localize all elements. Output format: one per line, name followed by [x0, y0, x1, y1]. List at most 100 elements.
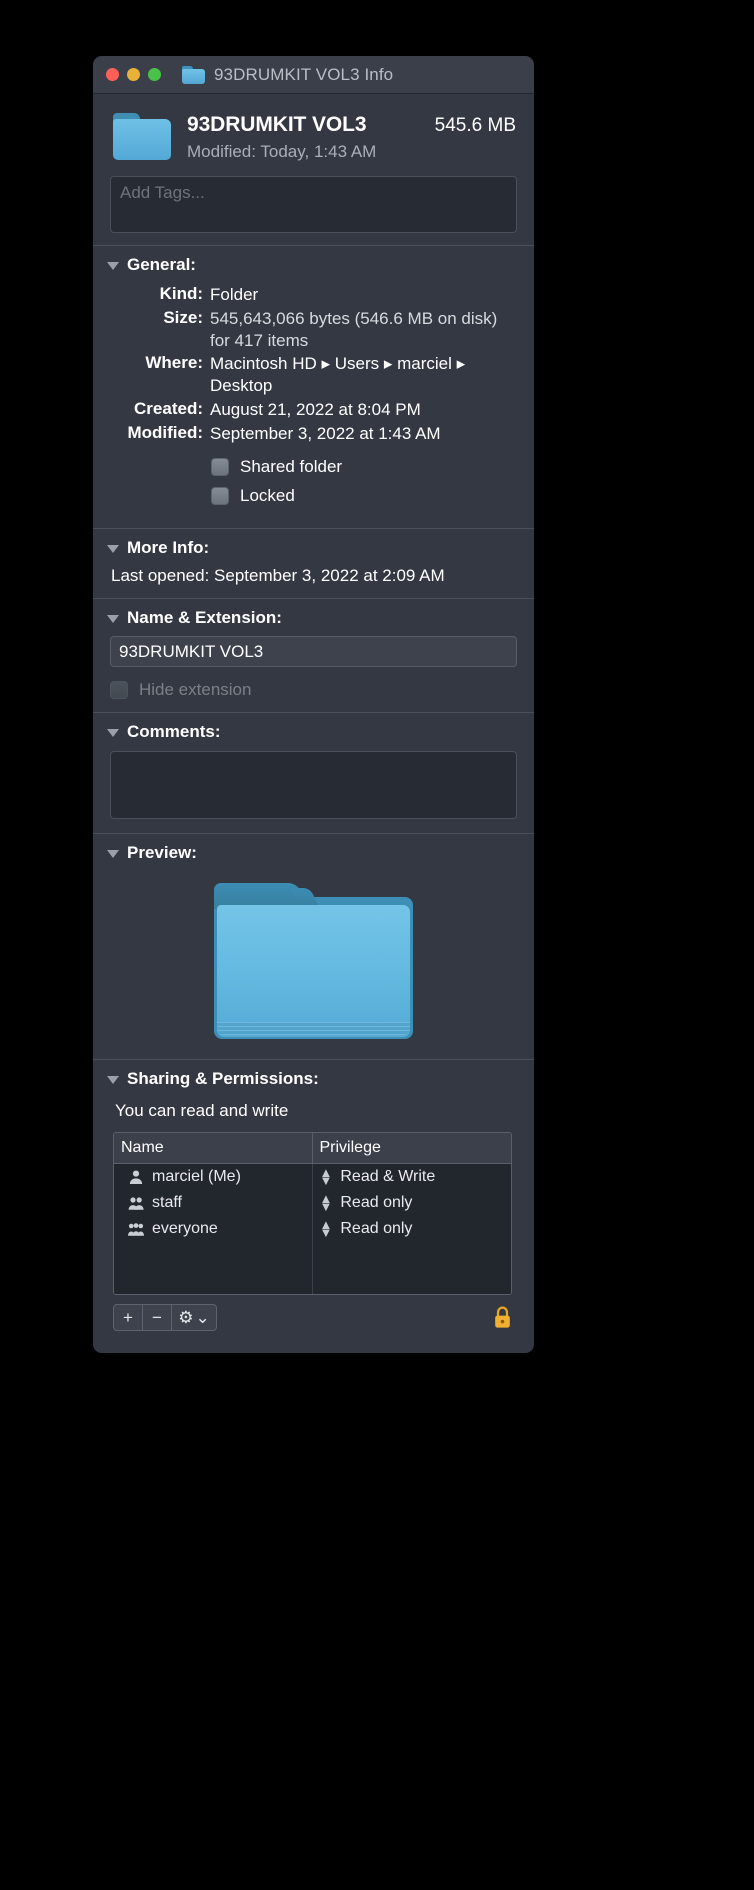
locked-row[interactable]: Locked [211, 486, 534, 506]
last-opened-row: Last opened: September 3, 2022 at 2:09 A… [93, 566, 534, 586]
item-size: 545.6 MB [434, 115, 516, 136]
general-checkboxes: Shared folder Locked [93, 445, 534, 520]
table-row[interactable]: staff ▲ ▼ Read only [114, 1190, 512, 1217]
kind-value: Folder [210, 285, 259, 304]
two-users-icon [128, 1197, 144, 1211]
permission-name-cell[interactable]: staff [114, 1190, 313, 1217]
table-row[interactable]: marciel (Me) ▲ ▼ Read & Write [114, 1164, 512, 1191]
last-opened-value: September 3, 2022 at 2:09 AM [214, 566, 445, 586]
table-row-empty [114, 1242, 512, 1269]
empty-cell [114, 1268, 313, 1295]
modified-label: Modified: [127, 422, 203, 442]
more-info-section: More Info: Last opened: September 3, 202… [93, 529, 534, 599]
where-value: Macintosh HD ▸ Users ▸ marciel ▸ Desktop [210, 354, 466, 395]
permissions-table-header: Name Privilege [114, 1133, 512, 1165]
folder-icon [182, 65, 205, 84]
minimize-button[interactable] [127, 68, 140, 81]
action-gear-button[interactable]: ⚙ ⌄ [172, 1305, 216, 1330]
disclosure-triangle-icon[interactable] [107, 614, 119, 623]
disclosure-triangle-icon[interactable] [107, 261, 119, 270]
permission-summary: You can read and write [115, 1101, 289, 1121]
comments-section-header[interactable]: Comments: [93, 713, 534, 748]
shared-folder-label: Shared folder [240, 457, 343, 477]
sharing-section-title: Sharing & Permissions: [127, 1069, 319, 1089]
lock-icon[interactable] [493, 1306, 512, 1329]
permission-privilege-cell[interactable]: ▲ ▼ Read only [313, 1216, 512, 1242]
hide-extension-checkbox[interactable] [110, 681, 128, 700]
created-label: Created: [134, 398, 203, 418]
comments-section-title: Comments: [127, 722, 221, 742]
window-titlebar[interactable]: 93DRUMKIT VOL3 Info [93, 56, 534, 94]
preview-section-title: Preview: [127, 843, 197, 863]
general-section-header[interactable]: General: [93, 246, 534, 281]
permission-name-cell[interactable]: marciel (Me) [114, 1164, 313, 1191]
shared-folder-checkbox[interactable] [211, 458, 229, 477]
add-tags-input[interactable]: Add Tags... [110, 176, 517, 233]
empty-cell [313, 1242, 512, 1268]
column-header-name[interactable]: Name [114, 1133, 313, 1164]
modified-value: September 3, 2022 at 1:43 AM [210, 423, 441, 443]
kind-label: Kind: [159, 284, 203, 303]
sharing-permissions-section: Sharing & Permissions: You can read and … [93, 1060, 534, 1354]
locked-checkbox[interactable] [211, 487, 229, 506]
general-row: Modified: September 3, 2022 at 1:43 AM [93, 422, 534, 446]
where-label: Where: [145, 353, 203, 373]
comments-body [93, 748, 534, 833]
gear-icon: ⚙ [178, 1307, 194, 1327]
permission-name: marciel (Me) [152, 1168, 241, 1186]
permissions-toolbar: + − ⚙ ⌄ [93, 1295, 534, 1343]
name-extension-body: 93DRUMKIT VOL3 [93, 634, 534, 668]
permission-name: everyone [152, 1220, 218, 1238]
permission-name: staff [152, 1194, 182, 1212]
table-row-empty [114, 1268, 511, 1295]
name-extension-section-title: Name & Extension: [127, 608, 282, 628]
preview-body [93, 869, 534, 1059]
name-input[interactable]: 93DRUMKIT VOL3 [110, 636, 517, 668]
permission-name-cell[interactable]: everyone [114, 1216, 313, 1243]
stepper-icon[interactable]: ▲ ▼ [320, 1166, 333, 1187]
disclosure-triangle-icon[interactable] [107, 1075, 119, 1084]
close-button[interactable] [106, 68, 119, 81]
permission-privilege-cell[interactable]: ▲ ▼ Read & Write [313, 1164, 512, 1190]
item-name: 93DRUMKIT VOL3 [187, 113, 367, 136]
locked-label: Locked [240, 486, 295, 506]
add-user-button[interactable]: + [114, 1305, 143, 1331]
sharing-body: You can read and write Name Privilege ma… [93, 1095, 534, 1353]
hide-extension-label: Hide extension [139, 680, 252, 700]
comments-section: Comments: [93, 713, 534, 834]
info-header: 93DRUMKIT VOL3 545.6 MB Modified: Today,… [93, 94, 534, 176]
table-row[interactable]: everyone ▲ ▼ Read only [114, 1216, 512, 1243]
remove-user-button[interactable]: − [143, 1305, 172, 1331]
preview-section-header[interactable]: Preview: [93, 834, 534, 869]
more-info-section-header[interactable]: More Info: [93, 529, 534, 564]
name-extension-section: Name & Extension: 93DRUMKIT VOL3 Hide ex… [93, 599, 534, 713]
column-header-privilege[interactable]: Privilege [313, 1133, 512, 1163]
stepper-icon[interactable]: ▲ ▼ [320, 1218, 333, 1239]
folder-icon-large[interactable] [113, 113, 171, 160]
shared-folder-row[interactable]: Shared folder [211, 457, 534, 477]
header-texts: 93DRUMKIT VOL3 545.6 MB Modified: Today,… [187, 111, 516, 162]
name-extension-section-header[interactable]: Name & Extension: [93, 599, 534, 634]
disclosure-triangle-icon[interactable] [107, 849, 119, 858]
preview-section: Preview: [93, 834, 534, 1060]
permission-privilege: Read only [340, 1194, 413, 1212]
hide-extension-row[interactable]: Hide extension [93, 667, 534, 712]
single-user-icon [129, 1170, 143, 1185]
permission-privilege: Read & Write [340, 1168, 436, 1186]
permission-privilege-cell[interactable]: ▲ ▼ Read only [313, 1190, 512, 1216]
three-users-icon [128, 1223, 144, 1237]
comments-input[interactable] [110, 751, 517, 820]
item-modified: Modified: Today, 1:43 AM [187, 142, 377, 161]
zoom-button[interactable] [148, 68, 161, 81]
stepper-icon[interactable]: ▲ ▼ [320, 1192, 333, 1213]
folder-icon-preview [214, 883, 413, 1040]
general-row: Where: Macintosh HD ▸ Users ▸ marciel ▸ … [93, 352, 534, 398]
general-row: Kind: Folder [93, 283, 534, 307]
disclosure-triangle-icon[interactable] [107, 544, 119, 553]
disclosure-triangle-icon[interactable] [107, 728, 119, 737]
general-row: Created: August 21, 2022 at 8:04 PM [93, 398, 534, 422]
sharing-section-header[interactable]: Sharing & Permissions: [93, 1060, 534, 1095]
general-section-title: General: [127, 255, 196, 274]
permissions-table: Name Privilege marciel (Me) ▲ ▼ Read & Wr… [113, 1132, 512, 1296]
window-title: 93DRUMKIT VOL3 Info [214, 64, 394, 84]
